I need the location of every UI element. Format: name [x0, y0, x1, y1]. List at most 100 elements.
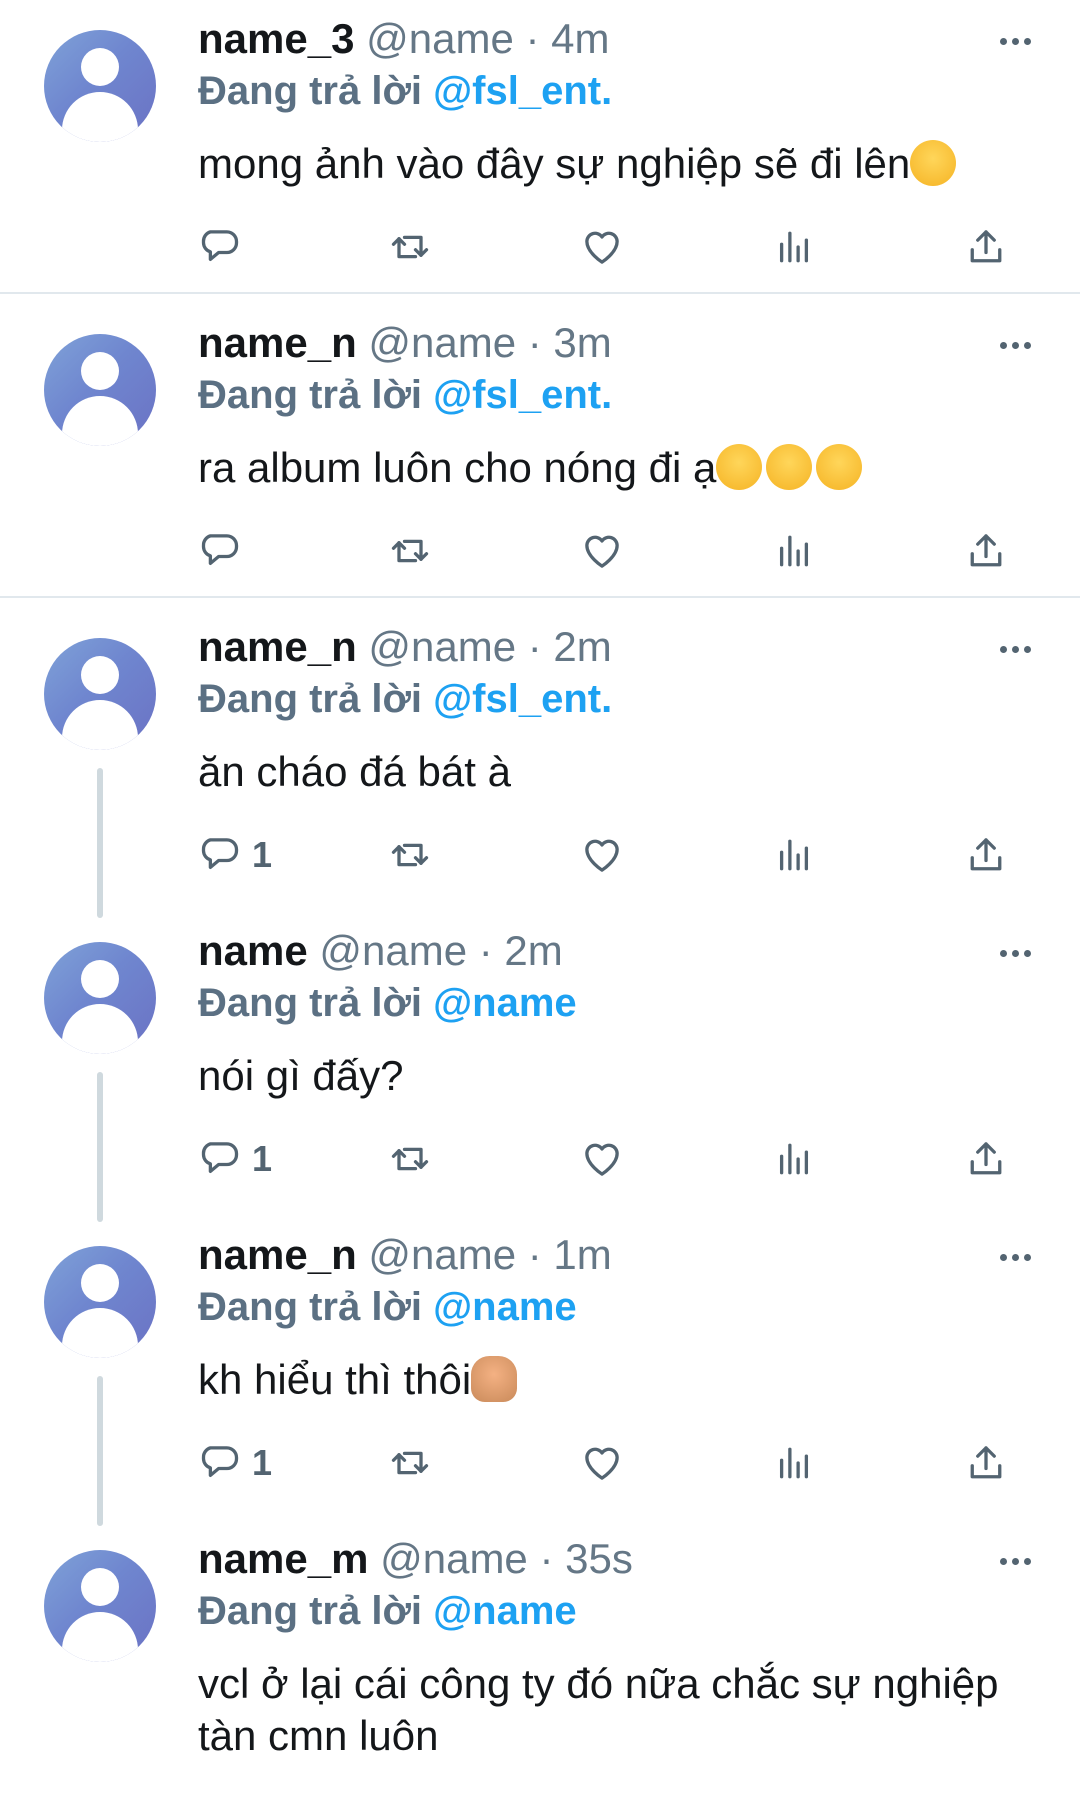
retweet-button[interactable] — [388, 830, 432, 880]
like-button[interactable] — [580, 526, 624, 576]
reply-icon — [201, 838, 239, 870]
analytics-button[interactable] — [772, 526, 816, 576]
mention-link[interactable]: @fsl_ent. — [433, 677, 612, 721]
tweet-header: name_n @name · 2m — [198, 624, 612, 670]
like-button[interactable] — [580, 222, 624, 272]
reply-context: Đang trả lời @name — [198, 980, 577, 1026]
share-button[interactable] — [964, 830, 1008, 880]
tweet-text-content: vcl ở lại cái công ty đó nữa chắc sự ngh… — [198, 1660, 999, 1759]
reply-count: 1 — [252, 1442, 273, 1483]
avatar[interactable] — [44, 942, 156, 1054]
retweet-button[interactable] — [388, 1134, 432, 1184]
tweet-actions — [0, 526, 1080, 576]
analytics-icon — [779, 839, 809, 871]
yum-face-emoji — [766, 444, 813, 490]
analytics-icon — [779, 1447, 809, 1479]
mention-link[interactable]: @name — [433, 1589, 577, 1633]
avatar[interactable] — [44, 638, 156, 750]
reply-icon — [201, 1446, 239, 1478]
like-icon — [585, 535, 619, 568]
reply-icon — [201, 1142, 239, 1174]
analytics-icon — [779, 231, 809, 263]
retweet-icon — [391, 843, 429, 867]
handle[interactable]: @name — [366, 15, 514, 62]
avatar[interactable] — [44, 1246, 156, 1358]
mention-link[interactable]: @name — [433, 981, 577, 1025]
share-button[interactable] — [964, 222, 1008, 272]
like-button[interactable] — [580, 1134, 624, 1184]
analytics-button[interactable] — [772, 1134, 816, 1184]
reply-icon — [201, 230, 239, 262]
tweet-text-content: ra album luôn cho nóng đi ạ — [198, 444, 717, 491]
handle[interactable]: @name — [380, 1535, 528, 1582]
timestamp[interactable]: · 2m — [528, 623, 612, 670]
display-name[interactable]: name_n — [198, 1231, 357, 1278]
avatar[interactable] — [44, 1550, 156, 1662]
more-icon[interactable] — [1000, 32, 1040, 48]
handle[interactable]: @name — [319, 927, 467, 974]
more-icon[interactable] — [1000, 1248, 1040, 1264]
like-icon — [585, 1447, 619, 1480]
mention-link[interactable]: @fsl_ent. — [433, 373, 612, 417]
reply-prefix: Đang trả lời — [198, 69, 423, 113]
handle[interactable]: @name — [368, 623, 516, 670]
share-button[interactable] — [964, 526, 1008, 576]
display-name[interactable]: name — [198, 927, 308, 974]
retweet-button[interactable] — [388, 222, 432, 272]
retweet-button[interactable] — [388, 526, 432, 576]
reply-button[interactable]: 1 — [198, 830, 272, 880]
mention-link[interactable]: @name — [433, 1285, 577, 1329]
avatar[interactable] — [44, 334, 156, 446]
like-button[interactable] — [580, 830, 624, 880]
reply-button[interactable] — [198, 526, 252, 576]
reply-button[interactable]: 1 — [198, 1134, 272, 1184]
reply-button[interactable]: 1 — [198, 1438, 272, 1488]
analytics-button[interactable] — [772, 222, 816, 272]
retweet-icon — [391, 235, 429, 259]
display-name[interactable]: name_n — [198, 623, 357, 670]
share-icon — [970, 534, 1002, 567]
timestamp[interactable]: · 2m — [479, 927, 563, 974]
tweet-text-content: mong ảnh vào đây sự nghiệp sẽ đi lên — [198, 140, 911, 187]
reply-button[interactable] — [198, 222, 252, 272]
reply-prefix: Đang trả lời — [198, 1285, 423, 1329]
retweet-button[interactable] — [388, 1438, 432, 1488]
share-button[interactable] — [964, 1134, 1008, 1184]
display-name[interactable]: name_m — [198, 1535, 368, 1582]
handle[interactable]: @name — [368, 319, 516, 366]
tweet-actions — [0, 222, 1080, 272]
more-icon[interactable] — [1000, 640, 1040, 656]
like-icon — [585, 231, 619, 264]
divider — [0, 596, 1080, 598]
tweet-text-content: kh hiểu thì thôi — [198, 1356, 472, 1403]
share-icon — [970, 838, 1002, 871]
reply-prefix: Đang trả lời — [198, 373, 423, 417]
timestamp[interactable]: · 1m — [528, 1231, 612, 1278]
analytics-button[interactable] — [772, 830, 816, 880]
share-button[interactable] — [964, 1438, 1008, 1488]
more-icon[interactable] — [1000, 336, 1040, 352]
reply-count: 1 — [252, 1138, 273, 1179]
more-icon[interactable] — [1000, 1552, 1040, 1568]
mention-link[interactable]: @fsl_ent. — [433, 69, 612, 113]
timestamp[interactable]: · 4m — [525, 15, 609, 62]
reply-context: Đang trả lời @fsl_ent. — [198, 676, 612, 722]
like-icon — [585, 1143, 619, 1176]
retweet-icon — [391, 1451, 429, 1475]
pleading-face-emoji — [910, 140, 957, 186]
reply-context: Đang trả lời @fsl_ent. — [198, 372, 612, 418]
like-button[interactable] — [580, 1438, 624, 1488]
tweet-header: name_m @name · 35s — [198, 1536, 633, 1582]
display-name[interactable]: name_n — [198, 319, 357, 366]
display-name[interactable]: name_3 — [198, 15, 354, 62]
analytics-button[interactable] — [772, 1438, 816, 1488]
tweet-text: kh hiểu thì thôi — [198, 1354, 1018, 1406]
timestamp[interactable]: · 35s — [539, 1535, 632, 1582]
retweet-icon — [391, 1147, 429, 1171]
reply-count: 1 — [252, 834, 273, 875]
timestamp[interactable]: · 3m — [528, 319, 612, 366]
person-shrugging-emoji — [471, 1356, 518, 1402]
avatar[interactable] — [44, 30, 156, 142]
handle[interactable]: @name — [368, 1231, 516, 1278]
more-icon[interactable] — [1000, 944, 1040, 960]
